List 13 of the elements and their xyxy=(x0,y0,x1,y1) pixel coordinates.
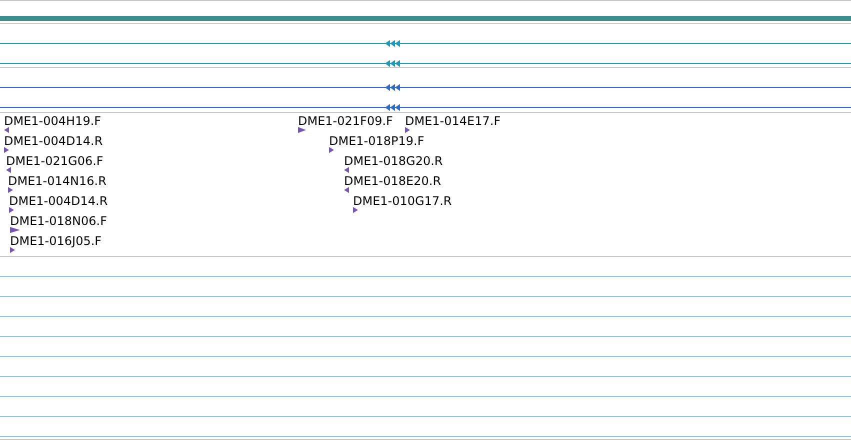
feature-label: DME1-021G06.F xyxy=(6,154,104,168)
feature-label: DME1-018N06.F xyxy=(10,214,108,228)
feature-label: DME1-004D14.R xyxy=(4,134,103,148)
feature-label: DME1-010G17.R xyxy=(353,194,452,208)
feature-label: DME1-004D14.R xyxy=(9,194,108,208)
feature-label: DME1-018P19.F xyxy=(329,134,424,148)
feature-label: DME1-018E20.R xyxy=(344,174,442,188)
feature-label: DME1-018G20.R xyxy=(344,154,443,168)
feature-label: DME1-021F09.F xyxy=(298,114,393,128)
feature-label: DME1-004H19.F xyxy=(4,114,102,128)
feature-label: DME1-014E17.F xyxy=(405,114,501,128)
feature-label: DME1-014N16.R xyxy=(8,174,106,188)
feature-label: DME1-016J05.F xyxy=(10,234,102,248)
